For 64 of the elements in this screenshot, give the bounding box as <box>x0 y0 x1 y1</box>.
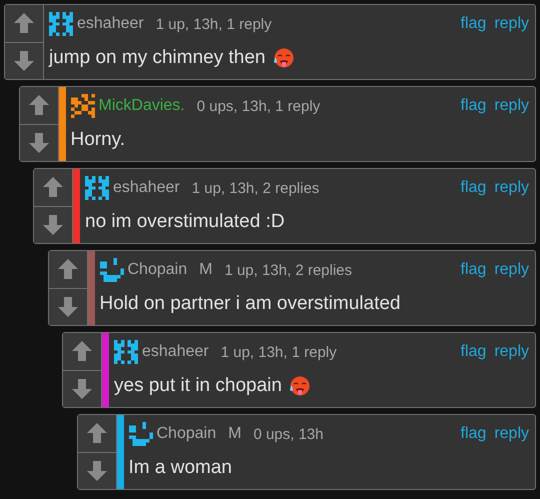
action-link[interactable]: flag <box>460 425 486 443</box>
action-link[interactable]: flag <box>460 261 486 279</box>
downvote-button[interactable] <box>78 452 116 489</box>
comment-text: Im a woman <box>128 457 232 479</box>
up-arrow-icon <box>13 12 35 34</box>
comment-meta: 1 up, 13h, 2 replies <box>224 262 352 278</box>
hot-face-emoji-icon <box>288 375 310 397</box>
comment-meta: 0 ups, 13h <box>253 426 324 442</box>
upvote-button[interactable] <box>5 5 43 42</box>
action-link[interactable]: flag <box>460 343 486 361</box>
comment-meta: 1 up, 13h, 1 reply <box>220 344 337 360</box>
username-link[interactable]: eshaheer <box>113 179 180 197</box>
downvote-button[interactable] <box>5 42 43 79</box>
up-arrow-icon <box>28 94 50 116</box>
comment-meta: 1 up, 13h, 2 replies <box>192 180 320 196</box>
down-arrow-icon <box>71 378 93 400</box>
action-link[interactable]: flag <box>460 97 486 115</box>
upvote-button[interactable] <box>20 87 58 124</box>
hot-face-emoji-icon <box>272 47 294 69</box>
downvote-button[interactable] <box>48 288 86 325</box>
pixel-avatar-icon <box>100 258 124 282</box>
up-arrow-icon <box>71 340 93 362</box>
comment-text: jump on my chimney then <box>49 47 266 69</box>
username-link[interactable]: MickDavies. <box>98 97 185 115</box>
action-link[interactable]: reply <box>494 261 529 279</box>
down-arrow-icon <box>56 296 78 318</box>
upvote-button[interactable] <box>48 251 86 288</box>
pixel-avatar-icon <box>49 12 73 36</box>
action-link[interactable]: reply <box>494 425 529 443</box>
comment-text: Horny. <box>70 129 126 151</box>
comment-text: no im overstimulated :D <box>85 211 285 233</box>
username-link[interactable]: eshaheer <box>142 343 209 361</box>
comment-meta: 1 up, 13h, 1 reply <box>156 16 272 32</box>
action-link[interactable]: flag <box>460 179 486 197</box>
action-link[interactable]: reply <box>494 97 529 115</box>
upvote-button[interactable] <box>34 169 72 206</box>
up-arrow-icon <box>86 422 108 444</box>
pixel-avatar-icon <box>128 422 152 446</box>
action-link[interactable]: reply <box>494 15 529 33</box>
down-arrow-icon <box>28 132 50 154</box>
downvote-button[interactable] <box>63 370 101 407</box>
downvote-button[interactable] <box>20 124 58 161</box>
upvote-button[interactable] <box>78 415 116 452</box>
pixel-avatar-icon <box>114 340 138 364</box>
down-arrow-icon <box>42 214 64 236</box>
down-arrow-icon <box>86 460 108 482</box>
pixel-avatar-icon <box>70 94 94 118</box>
comment-meta: 0 ups, 13h, 1 reply <box>196 98 320 114</box>
action-link[interactable]: reply <box>494 343 529 361</box>
gender-label: M <box>228 425 242 443</box>
downvote-button[interactable] <box>34 206 72 243</box>
comment-text: Hold on partner i am overstimulated <box>100 293 400 315</box>
upvote-button[interactable] <box>63 333 101 370</box>
username-link[interactable]: Chopain <box>128 261 188 279</box>
down-arrow-icon <box>13 50 35 72</box>
comment-text: yes put it in chopain <box>114 375 282 397</box>
username-link[interactable]: Chopain <box>156 425 216 443</box>
action-link[interactable]: flag <box>460 15 486 33</box>
action-link[interactable]: reply <box>494 179 529 197</box>
up-arrow-icon <box>42 176 64 198</box>
gender-label: M <box>199 261 212 279</box>
pixel-avatar-icon <box>85 176 109 200</box>
username-link[interactable]: eshaheer <box>77 15 144 33</box>
up-arrow-icon <box>56 258 78 280</box>
